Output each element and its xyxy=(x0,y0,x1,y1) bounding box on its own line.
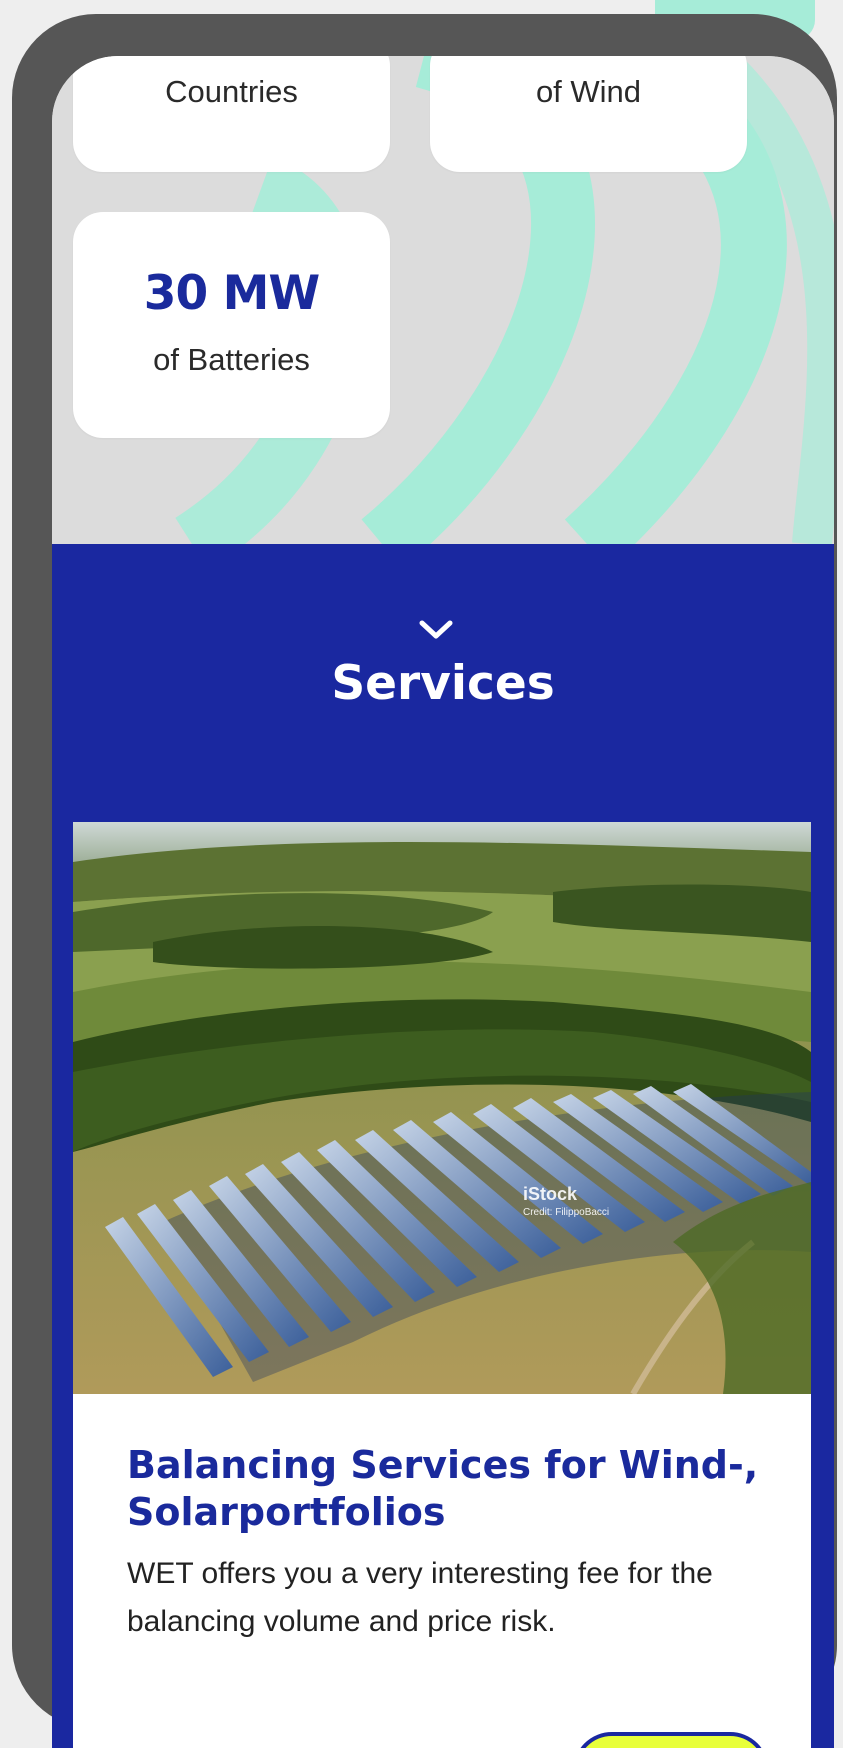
stat-label: of Wind xyxy=(535,74,642,109)
stat-card-wind: of Wind xyxy=(430,56,747,172)
service-card-title: Balancing Services for Wind-, Solarportf… xyxy=(127,1443,759,1534)
stats-section: Countries of Wind 30 MW of Batteries xyxy=(52,56,834,544)
chevron-down-icon[interactable] xyxy=(419,619,453,641)
stat-label: of Batteries xyxy=(153,342,310,377)
stat-value: 30 MW xyxy=(143,266,320,321)
solar-farm-image: iStock Credit: FilippoBacci xyxy=(73,822,811,1394)
image-credit: Credit: FilippoBacci xyxy=(523,1207,609,1218)
stat-card-countries: Countries xyxy=(73,56,390,172)
service-card-description: WET offers you a very interesting fee fo… xyxy=(127,1557,713,1638)
phone-frame: Countries of Wind 30 MW of Batteries Ser… xyxy=(12,14,837,1748)
services-section: Services iStock Credit: FilippoBacci Bal… xyxy=(52,544,834,1748)
stat-card-batteries: 30 MW of Batteries xyxy=(73,212,390,438)
stat-label: Countries xyxy=(165,74,298,109)
image-watermark: iStock xyxy=(523,1184,578,1204)
section-title: Services xyxy=(331,656,555,711)
service-card[interactable]: iStock Credit: FilippoBacci Balancing Se… xyxy=(73,822,811,1748)
read-more-button[interactable] xyxy=(573,1732,769,1748)
screen: Countries of Wind 30 MW of Batteries Ser… xyxy=(52,56,834,1748)
